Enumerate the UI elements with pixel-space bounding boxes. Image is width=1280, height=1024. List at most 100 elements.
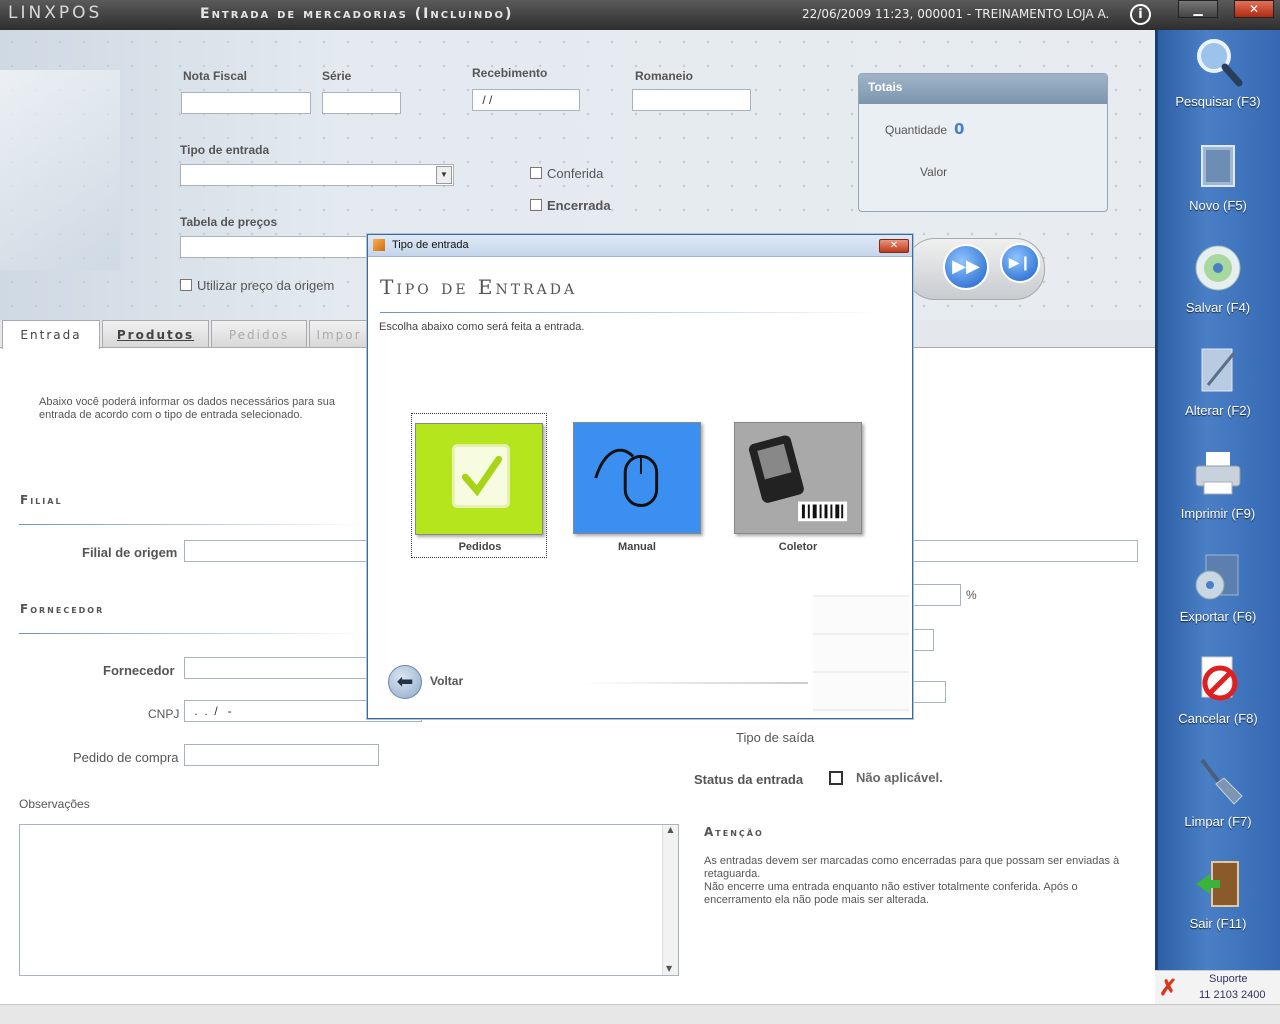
quantidade-value: 0	[954, 120, 965, 138]
sidebar-item-label: Limpar (F7)	[1184, 814, 1252, 829]
scrollbar[interactable]: ▲ ▼	[662, 825, 678, 975]
dialog-window-title: Tipo de entrada	[392, 239, 469, 251]
back-arrow-icon[interactable]: ⬅	[388, 665, 422, 699]
status-bar	[0, 1004, 1280, 1024]
recebimento-label: Recebimento	[472, 66, 548, 80]
percent-input[interactable]	[912, 584, 961, 606]
sidebar-item-limpar[interactable]: Limpar (F7)	[1157, 756, 1279, 846]
suporte-panel: ✗ Suporte 11 2103 2400	[1155, 970, 1280, 1004]
recebimento-date-input[interactable]	[472, 89, 580, 111]
next-record-icon[interactable]: ▶▶	[943, 244, 989, 290]
tab-produtos[interactable]: Produtos	[102, 320, 209, 348]
field-input[interactable]	[912, 681, 946, 703]
sidebar-item-label: Cancelar (F8)	[1178, 711, 1258, 726]
atencao-text: As entradas devem ser marcadas como ence…	[704, 855, 1124, 907]
encerrada-label: Encerrada	[547, 198, 611, 213]
sidebar-item-imprimir[interactable]: Imprimir (F9)	[1157, 448, 1279, 538]
search-icon	[1197, 39, 1243, 87]
sidebar-item-salvar[interactable]: Salvar (F4)	[1157, 242, 1279, 332]
status-checkbox[interactable]	[829, 771, 843, 785]
tab-pedidos[interactable]: Pedidos	[211, 320, 307, 348]
scroll-down-icon[interactable]: ▼	[666, 964, 672, 973]
option-manual-label: Manual	[618, 541, 656, 553]
app-icon	[373, 239, 385, 251]
close-button[interactable]: ✕	[1234, 0, 1274, 18]
conferida-label: Conferida	[547, 166, 604, 181]
nota-fiscal-label: Nota Fiscal	[183, 69, 248, 83]
chevron-down-icon[interactable]: ▼	[436, 166, 452, 184]
scroll-up-icon[interactable]: ▲	[663, 825, 678, 834]
tab-importar[interactable]: Impor	[309, 320, 369, 348]
sidebar-item-cancelar[interactable]: Cancelar (F8)	[1157, 653, 1279, 743]
fornecedor-input[interactable]	[184, 657, 369, 679]
tab-entrada[interactable]: Entrada	[2, 320, 100, 349]
sidebar-item-sair[interactable]: Sair (F11)	[1157, 858, 1279, 948]
status-entrada-label: Status da entrada	[694, 772, 804, 787]
linx-logo-icon: ✗	[1159, 975, 1178, 1000]
divider	[19, 524, 369, 525]
voltar-button[interactable]: Voltar	[430, 674, 463, 688]
intro-text: Abaixo você poderá informar os dados nec…	[39, 396, 335, 421]
atencao-text-2: Não encerre uma entrada enquanto não est…	[704, 881, 1078, 906]
filial-origem-label: Filial de origem	[82, 545, 178, 560]
printer-icon	[1195, 452, 1241, 495]
sidebar-item-alterar[interactable]: Alterar (F2)	[1157, 345, 1279, 435]
export-icon	[1195, 554, 1239, 600]
divider	[19, 633, 369, 634]
status-entrada-value: Não aplicável.	[856, 770, 943, 785]
fornecedor-label: Fornecedor	[103, 663, 175, 678]
last-record-icon[interactable]: ▶❙	[1000, 243, 1040, 283]
suporte-phone: 11 2103 2400	[1199, 989, 1266, 1001]
sidebar-item-pesquisar[interactable]: Pesquisar (F3)	[1157, 36, 1279, 126]
quantidade-label: Quantidade	[885, 123, 948, 137]
observacoes-textarea[interactable]: ▲ ▼	[19, 824, 679, 976]
observacoes-label: Observações	[19, 797, 90, 811]
divider	[380, 312, 880, 313]
sidebar-item-label: Exportar (F6)	[1179, 609, 1257, 624]
filial-origem-input[interactable]	[184, 540, 369, 562]
minimize-button[interactable]: ▁	[1178, 0, 1218, 18]
option-manual[interactable]	[573, 422, 701, 534]
atencao-text-1: As entradas devem ser marcadas como ence…	[704, 855, 1120, 880]
pedido-compra-input[interactable]	[184, 744, 379, 766]
session-info: 22/06/2009 11:23, 000001 - TREINAMENTO L…	[802, 7, 1110, 21]
romaneio-input[interactable]	[632, 89, 751, 111]
serie-input[interactable]	[322, 92, 401, 114]
pedidos-tile[interactable]	[415, 423, 543, 535]
filial-origem-name-input[interactable]	[912, 540, 1138, 562]
sidebar-item-exportar[interactable]: Exportar (F6)	[1157, 551, 1279, 641]
dialog-subtitle: Escolha abaixo como será feita a entrada…	[379, 321, 585, 333]
tipo-entrada-select[interactable]: ▼	[180, 164, 454, 186]
broom-icon	[1200, 758, 1243, 805]
mouse-icon	[594, 448, 659, 507]
utilizar-preco-label: Utilizar preço da origem	[197, 278, 335, 293]
conferida-checkbox[interactable]	[530, 167, 542, 179]
tabela-precos-input[interactable]	[180, 236, 380, 258]
valor-label: Valor	[920, 165, 948, 179]
window-title: Entrada de mercadorias (Incluindo)	[200, 6, 514, 22]
sidebar-item-label: Imprimir (F9)	[1180, 506, 1256, 521]
save-disc-icon	[1195, 245, 1241, 291]
dialog-heading: Tipo de Entrada	[380, 275, 578, 299]
totais-panel: Totais Quantidade 0 Valor	[858, 73, 1108, 212]
sidebar-item-label: Sair (F11)	[1189, 916, 1247, 931]
info-icon[interactable]: i	[1130, 4, 1151, 25]
cnpj-label: CNPJ	[148, 707, 180, 721]
option-coletor[interactable]	[734, 422, 862, 534]
field-input[interactable]	[912, 629, 934, 651]
tipo-entrada-label: Tipo de entrada	[180, 143, 270, 157]
fornecedor-section-title: Fornecedor	[20, 602, 105, 616]
option-pedidos[interactable]: Pedidos	[411, 413, 547, 558]
dialog-close-button[interactable]: ✕	[879, 239, 909, 253]
encerrada-checkbox[interactable]	[530, 199, 542, 211]
divider	[578, 682, 808, 684]
serie-label: Série	[322, 69, 352, 83]
sidebar-item-label: Novo (F5)	[1189, 198, 1247, 213]
title-bar: LINXPOS Entrada de mercadorias (Incluind…	[0, 0, 1280, 30]
suporte-label: Suporte	[1209, 973, 1248, 985]
sidebar-item-novo[interactable]: Novo (F5)	[1157, 140, 1279, 230]
new-icon	[1201, 145, 1235, 187]
decorative-stack-icon	[813, 595, 909, 715]
utilizar-preco-checkbox[interactable]	[180, 279, 192, 291]
nota-fiscal-input[interactable]	[181, 92, 311, 114]
